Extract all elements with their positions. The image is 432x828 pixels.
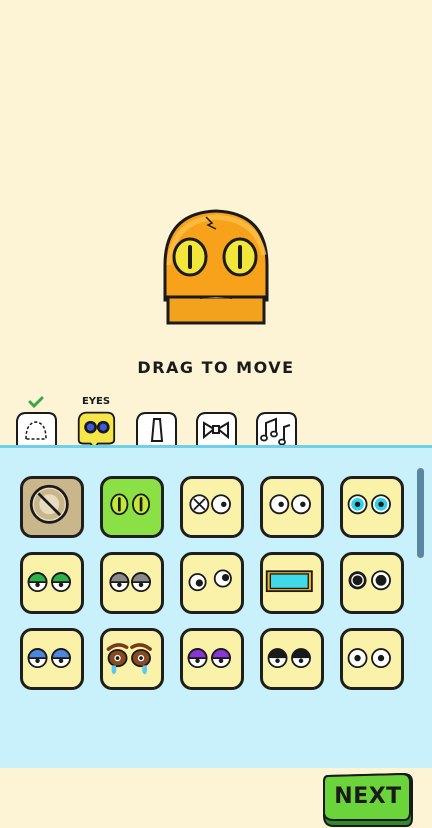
- character-preview[interactable]: [160, 205, 272, 325]
- blue-lid-eyes-icon: [27, 648, 71, 669]
- drag-instruction: DRAG TO MOVE: [137, 358, 295, 377]
- category-tab-bar: EYES NEXT: [0, 385, 432, 827]
- x-eye-icon: [189, 494, 231, 515]
- option-black-ring[interactable]: [340, 552, 404, 614]
- round-eyes-icon: [347, 648, 391, 669]
- googly-eyes-icon: [188, 569, 232, 592]
- music-notes-icon: [256, 412, 297, 448]
- crying-eyes-icon: [106, 643, 152, 675]
- option-grey-lids[interactable]: [100, 552, 164, 614]
- option-googly-eyes[interactable]: [180, 552, 244, 614]
- head-outline-icon: [16, 412, 57, 448]
- nose-icon: [136, 412, 177, 448]
- checkmark-icon: [28, 396, 44, 408]
- eye-options-panel[interactable]: [0, 445, 432, 768]
- option-crying[interactable]: [100, 628, 164, 690]
- option-round-eyes[interactable]: [340, 628, 404, 690]
- eyes-icon: [77, 411, 116, 451]
- option-black-lids[interactable]: [260, 628, 324, 690]
- no-eyes-icon: [29, 484, 69, 524]
- purple-lid-eyes-icon: [187, 648, 231, 669]
- next-button-label: NEXT: [334, 784, 402, 809]
- option-visor[interactable]: [260, 552, 324, 614]
- option-cyan-eyes[interactable]: [340, 476, 404, 538]
- black-lid-eyes-icon: [267, 648, 311, 669]
- cyan-eyes-icon: [347, 494, 391, 515]
- option-no-eyes[interactable]: [20, 476, 84, 538]
- option-blue-lids[interactable]: [20, 628, 84, 690]
- character-preview-area[interactable]: DRAG TO MOVE: [0, 0, 432, 445]
- tab-music[interactable]: [254, 409, 298, 449]
- bowtie-icon: [196, 412, 237, 448]
- visor-icon: [265, 570, 313, 593]
- tab-eyes-label: EYES: [81, 396, 111, 407]
- green-lid-eyes-icon: [27, 572, 71, 593]
- tab-nose[interactable]: [134, 409, 178, 449]
- tab-eyes[interactable]: [74, 409, 118, 451]
- black-ring-eyes-icon: [348, 570, 391, 591]
- dot-eyes-icon: [269, 494, 311, 515]
- next-button[interactable]: NEXT: [322, 772, 414, 828]
- option-purple-lids[interactable]: [180, 628, 244, 690]
- scrollbar-thumb[interactable]: [417, 468, 424, 558]
- green-cat-eyes-icon: [110, 493, 151, 516]
- tab-bowtie[interactable]: [194, 409, 238, 449]
- option-dot-eyes[interactable]: [260, 476, 324, 538]
- option-x-eye[interactable]: [180, 476, 244, 538]
- orange-character-icon: [163, 209, 269, 325]
- option-green-lids[interactable]: [20, 552, 84, 614]
- grey-lid-eyes-icon: [109, 572, 151, 593]
- tab-head[interactable]: [14, 409, 58, 449]
- option-green-cat-eyes[interactable]: [100, 476, 164, 538]
